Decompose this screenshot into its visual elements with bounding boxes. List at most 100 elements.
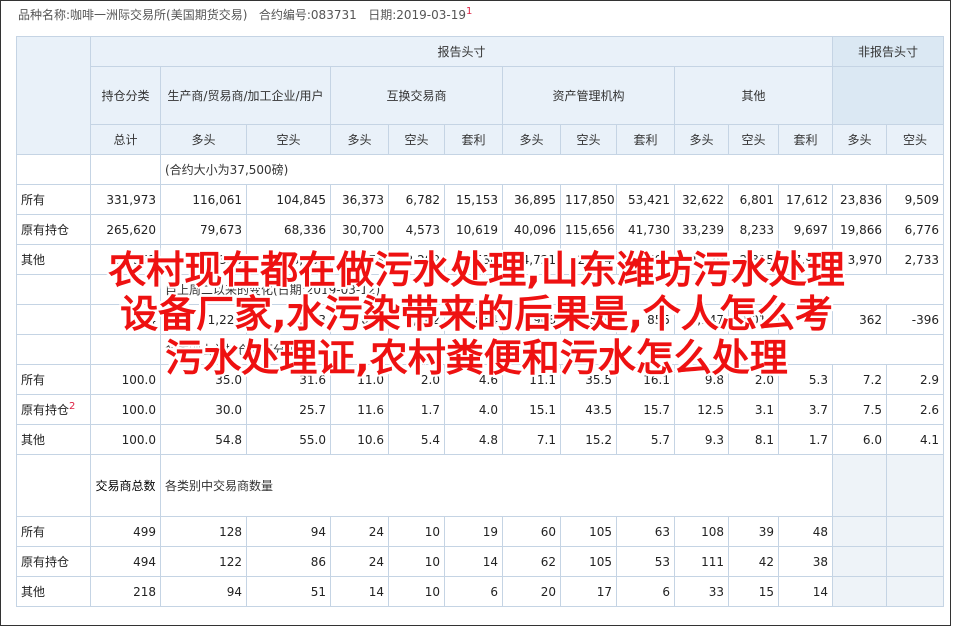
value-cell: 36,895	[502, 184, 561, 215]
value-cell: 25.7	[246, 394, 331, 425]
table-row: 所有 499 128 94 24 10 19 60 105 63 108 39 48	[16, 516, 945, 547]
value-cell: 33	[674, 576, 729, 607]
value-cell: 36,388	[160, 244, 247, 275]
row-label: 所有	[16, 364, 91, 395]
producer-header: 生产商/贸易商/加工企业/用户	[160, 66, 331, 125]
value-cell: 17,612	[777, 184, 834, 215]
blank-cell	[90, 334, 161, 365]
value-cell: 30.0	[160, 394, 247, 425]
blank-cell	[886, 516, 945, 547]
value-cell: 5.4	[388, 424, 445, 455]
value-cell: 8,233	[728, 214, 779, 245]
value-cell: 100.0	[90, 364, 161, 395]
col-long: 多头	[330, 124, 389, 155]
value-cell: 1,202	[388, 304, 445, 335]
value-cell: 11,691	[616, 244, 675, 275]
blank-cell	[832, 516, 888, 547]
value-cell: 39	[728, 516, 779, 547]
value-cell: 1,228	[160, 304, 247, 335]
value-cell: 30,700	[330, 214, 389, 245]
col-long: 多头	[502, 124, 561, 155]
contract-code: 合约编号:083731	[258, 8, 357, 22]
value-cell: 15.2	[560, 424, 617, 455]
col-long: 多头	[832, 124, 888, 155]
value-cell: 11.1	[502, 364, 561, 395]
value-cell: 53,421	[616, 184, 675, 215]
value-cell: 5,673	[330, 244, 389, 275]
col-short: 空头	[560, 124, 617, 155]
value-cell: 1,147	[674, 304, 729, 335]
value-cell: 12.5	[674, 394, 729, 425]
value-cell: 51	[246, 576, 331, 607]
value-cell: 108	[674, 516, 729, 547]
row-label: 其他	[16, 244, 91, 275]
blank-cell	[886, 454, 945, 517]
value-cell: 33,239	[674, 214, 729, 245]
value-cell: 36,509	[246, 244, 331, 275]
value-cell: 2,209	[388, 244, 445, 275]
value-cell: 5,083	[246, 304, 331, 335]
value-cell: 2,194	[560, 244, 617, 275]
value-cell: 362	[832, 304, 888, 335]
value-cell: 499	[90, 516, 161, 547]
table-row: 其他 100.0 54.8 55.0 10.6 5.4 4.8 7.1 15.2 5.7 9.3 8.…	[16, 424, 945, 455]
value-cell: 100.0	[90, 424, 161, 455]
value-cell: 14	[777, 576, 834, 607]
value-cell: 31.6	[246, 364, 331, 395]
blank-cell	[16, 154, 91, 185]
value-cell: 2.0	[728, 364, 779, 395]
value-cell: 10	[388, 516, 445, 547]
col-long: 多头	[160, 124, 247, 155]
row-label: 其他	[16, 424, 91, 455]
value-cell: 4,573	[388, 214, 445, 245]
header-blank	[16, 36, 91, 155]
section-note-row: 交易商总数 各类别中交易商数量	[16, 454, 945, 517]
value-cell: 86	[246, 546, 331, 577]
value-cell: 9,697	[777, 214, 834, 245]
value-cell: 218	[90, 576, 161, 607]
value-cell: 15.1	[502, 394, 561, 425]
note-mark: 2	[69, 401, 76, 412]
row-label: 所有	[16, 184, 91, 215]
value-cell: 55.0	[246, 424, 331, 455]
value-cell: 16.1	[616, 364, 675, 395]
value-cell: 5.7	[616, 424, 675, 455]
value-cell: 1,024	[330, 304, 389, 335]
value-cell: 15.7	[616, 394, 675, 425]
value-cell: 63	[616, 516, 675, 547]
value-cell: 2,556	[560, 304, 617, 335]
value-cell: 8.1	[728, 424, 779, 455]
value-cell: -824	[90, 304, 161, 335]
value-cell: 494	[90, 546, 161, 577]
value-cell: 9.3	[674, 424, 729, 455]
value-cell: 4,721	[502, 244, 561, 275]
table-row: 所有 331,973 116,061 104,845 36,373 6,782 15,153…	[16, 184, 945, 215]
value-cell: 10	[388, 546, 445, 577]
nonreport-positions-header: 非报告头寸	[832, 36, 945, 67]
value-cell: 7.5	[832, 394, 888, 425]
value-cell: 3,970	[832, 244, 888, 275]
row-label	[16, 304, 91, 335]
row-label: 其他	[16, 576, 91, 607]
col-total: 总计	[90, 124, 161, 155]
table-body: (合约大小为37,500磅) 所有 331,973 116,061 104,845 36,…	[16, 154, 945, 607]
section-note-row: (合约大小为37,500磅)	[16, 154, 945, 185]
value-cell: 11.0	[330, 364, 389, 395]
value-cell: -396	[886, 304, 945, 335]
value-cell: 42	[728, 546, 779, 577]
value-cell: 79,673	[160, 214, 247, 245]
value-cell: 32,622	[674, 184, 729, 215]
product-name: 品种名称:咖啡一洲际交易所(美国期货交易)	[18, 8, 248, 22]
value-cell: 111	[674, 546, 729, 577]
value-cell: 15	[728, 576, 779, 607]
dealer-count-header: 交易商总数	[90, 454, 161, 517]
value-cell: 3.7	[777, 394, 834, 425]
value-cell: 4.1	[886, 424, 945, 455]
value-cell: 6	[444, 576, 503, 607]
value-cell: 4,534	[444, 244, 503, 275]
value-cell: 6	[616, 576, 675, 607]
value-cell: 24	[330, 546, 389, 577]
value-cell	[777, 304, 834, 335]
value-cell: 2,018	[728, 304, 779, 335]
value-cell: 128	[160, 516, 247, 547]
